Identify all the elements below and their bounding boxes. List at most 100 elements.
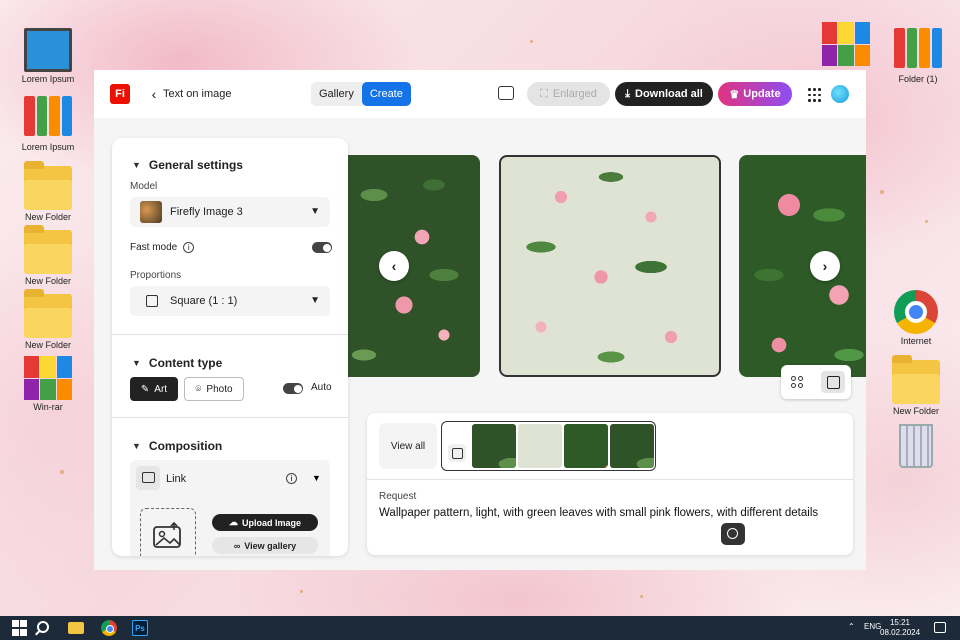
general-settings-title: General settings — [148, 158, 243, 172]
update-button[interactable]: ♛ Update — [718, 82, 792, 106]
model-value: Firefly Image 3 — [170, 206, 243, 218]
view-mode-toggle — [781, 365, 851, 399]
history-icon[interactable] — [721, 523, 745, 545]
enlarged-button[interactable]: ⛶ Enlarged — [527, 82, 610, 106]
generated-image-3[interactable] — [739, 155, 866, 377]
composition-header[interactable]: ▼ Composition — [132, 439, 222, 453]
folder-icon — [24, 161, 72, 210]
feedback-chat-icon[interactable] — [498, 86, 514, 100]
firefly-logo-icon[interactable]: Fi — [110, 84, 130, 104]
grid-view-icon[interactable] — [791, 376, 803, 388]
app-topbar: Fi ‹ Text on image Gallery Create ⛶ Enla… — [94, 70, 866, 118]
desktop-icon-winrar-right[interactable] — [810, 22, 882, 68]
proportions-select[interactable]: Square (1 : 1) ▼ — [130, 286, 330, 316]
single-view-icon[interactable] — [821, 371, 845, 393]
desktop-icon-label: Internet — [900, 336, 932, 346]
proportions-label: Proportions — [130, 270, 182, 281]
chrome-icon — [894, 290, 938, 334]
info-icon[interactable]: i — [286, 473, 297, 484]
desktop-icon-label: Win-rar — [33, 402, 63, 412]
photoshop-icon[interactable]: Ps — [132, 620, 148, 636]
desktop-icon-label: New Folder — [24, 212, 71, 222]
folder-icon — [24, 289, 72, 338]
desktop-icon-label: Lorem Ipsum — [21, 74, 75, 84]
file-explorer-icon[interactable] — [68, 622, 84, 634]
chevron-down-icon[interactable]: ▼ — [312, 473, 321, 483]
view-gallery-label: View gallery — [244, 540, 297, 551]
wallpaper-speck — [880, 190, 884, 194]
desktop-icon-new-folder-3[interactable]: New Folder — [12, 289, 84, 350]
search-icon[interactable] — [37, 621, 49, 633]
wallpaper-speck — [60, 470, 64, 474]
language-indicator[interactable]: ENG — [864, 622, 881, 631]
binders-icon — [24, 96, 72, 140]
image-upload-icon — [153, 521, 181, 548]
apps-grid-icon[interactable] — [808, 88, 821, 102]
request-prompt-text[interactable]: Wallpaper pattern, light, with green lea… — [379, 507, 818, 519]
photo-chip[interactable]: ⌾ Photo — [184, 377, 244, 401]
desktop-icon-recycle-bin[interactable] — [880, 418, 952, 470]
notification-icon[interactable] — [934, 622, 946, 633]
content-type-header[interactable]: ▼ Content type — [132, 356, 222, 370]
proportions-value: Square (1 : 1) — [170, 295, 238, 307]
fast-mode-row: Fast mode i — [130, 242, 195, 253]
computer-icon — [24, 28, 72, 72]
thumbnail-3[interactable] — [564, 424, 608, 468]
enlarged-button-label: Enlarged — [552, 88, 597, 100]
general-settings-header[interactable]: ▼ General settings — [132, 158, 243, 172]
desktop-icon-internet[interactable]: Internet — [880, 290, 952, 346]
tray-chevron-up-icon[interactable]: ⌃ — [848, 622, 855, 631]
model-select[interactable]: Firefly Image 3 ▼ — [130, 197, 330, 227]
wallpaper-speck — [300, 590, 303, 593]
link-image-icon — [136, 466, 160, 490]
fast-mode-toggle[interactable] — [312, 242, 332, 253]
thumbnail-4[interactable] — [610, 424, 654, 468]
desktop-icon-new-folder-1[interactable]: New Folder — [12, 161, 84, 222]
view-gallery-button[interactable]: ∞ View gallery — [212, 537, 318, 554]
tab-create[interactable]: Create — [361, 82, 411, 106]
desktop-icon-new-folder-2[interactable]: New Folder — [12, 225, 84, 286]
generated-image-2-selected[interactable] — [499, 155, 721, 377]
chevron-down-icon: ▼ — [310, 295, 320, 306]
desktop-icon-folder-1[interactable]: Folder (1) — [882, 28, 954, 84]
model-label: Model — [130, 181, 158, 192]
breadcrumb[interactable]: Text on image — [163, 88, 231, 100]
firefly-app-window: Fi ‹ Text on image Gallery Create ⛶ Enla… — [94, 70, 866, 570]
upload-dropzone[interactable] — [140, 508, 196, 556]
add-reference-icon[interactable] — [448, 444, 466, 462]
fast-mode-label: Fast mode — [130, 242, 178, 253]
info-icon[interactable]: i — [183, 242, 195, 253]
section-divider — [112, 417, 348, 418]
carousel-next-button[interactable]: › — [810, 251, 840, 281]
thumbnail-2[interactable] — [518, 424, 562, 468]
carousel-prev-button[interactable]: ‹ — [379, 251, 409, 281]
crown-icon: ♛ — [729, 88, 740, 101]
desktop-icon-new-folder-right[interactable]: New Folder — [880, 355, 952, 416]
clock-date: 08.02.2024 — [880, 628, 921, 637]
desktop-icon-lorem-ipsum-pc[interactable]: Lorem Ipsum — [12, 28, 84, 84]
upload-image-button[interactable]: ☁ Upload Image — [212, 514, 318, 531]
download-all-button[interactable]: ⤓ Download all — [615, 82, 713, 106]
desktop-icon-lorem-ipsum-binders[interactable]: Lorem Ipsum — [12, 96, 84, 152]
taskbar-clock[interactable]: 15:21 08.02.2024 — [880, 618, 920, 638]
taskbar: Ps ⌃ ENG 15:21 08.02.2024 — [0, 616, 960, 640]
thumbnail-1[interactable] — [472, 424, 516, 468]
desktop-icon-label: New Folder — [24, 276, 71, 286]
art-chip[interactable]: ✎ Art — [130, 377, 178, 401]
desktop-icon-label: Lorem Ipsum — [21, 142, 75, 152]
link-label[interactable]: Link — [166, 473, 186, 485]
chevron-left-icon: ‹ — [391, 258, 397, 274]
desktop-icon-winrar[interactable]: Win-rar — [12, 356, 84, 412]
tab-gallery[interactable]: Gallery — [311, 82, 362, 106]
auto-toggle[interactable] — [283, 383, 303, 394]
view-all-button[interactable]: View all — [379, 423, 437, 469]
download-icon: ⤓ — [625, 87, 631, 100]
windows-start-icon[interactable] — [12, 620, 28, 636]
winrar-icon — [822, 22, 870, 66]
chrome-icon[interactable] — [101, 620, 117, 636]
desktop-icon-label: Folder (1) — [898, 74, 938, 84]
user-avatar[interactable] — [831, 85, 849, 103]
desktop-icon-label: New Folder — [24, 340, 71, 350]
photo-label: Photo — [206, 383, 233, 395]
back-button[interactable]: ‹ — [144, 84, 164, 104]
